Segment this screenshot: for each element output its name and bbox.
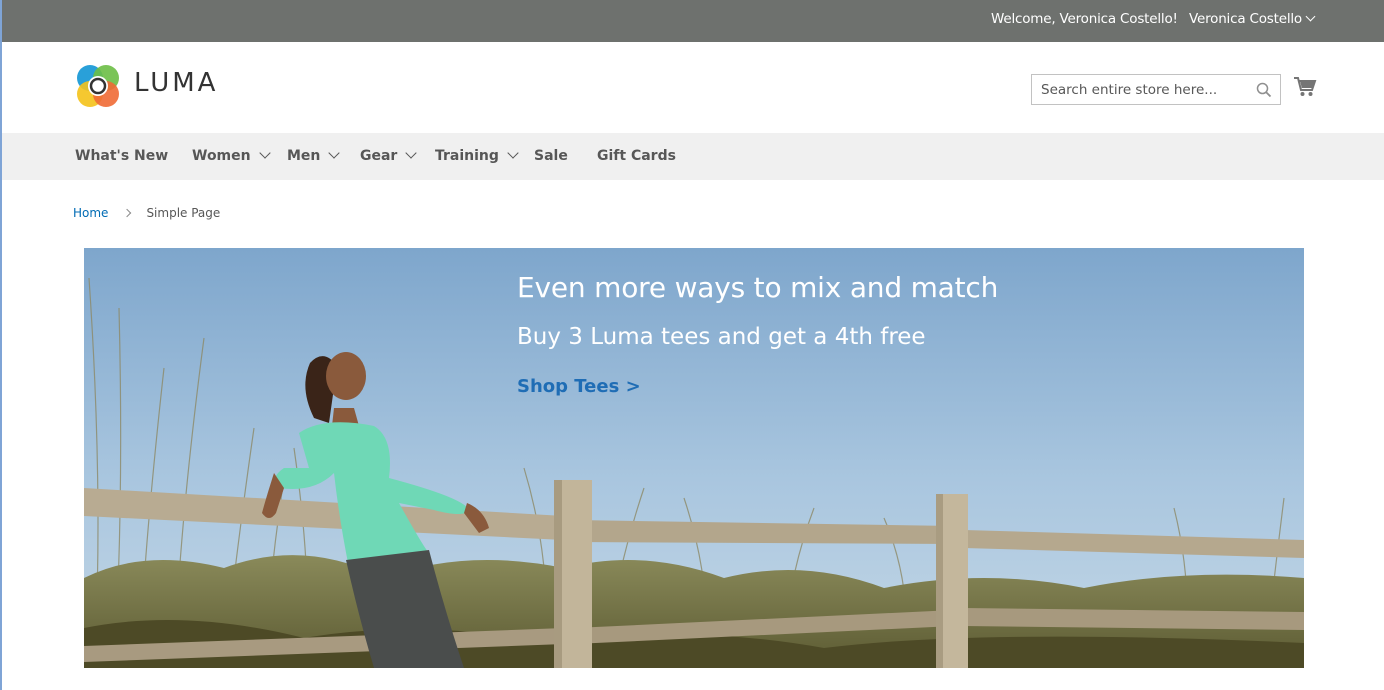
hero-headline: Even more ways to mix and match [517,271,999,304]
nav-label: Women [192,148,251,164]
nav-label: What's New [75,148,169,164]
chevron-down-icon [1305,11,1316,22]
nav-label: Training [435,148,499,164]
breadcrumb-home-link[interactable]: Home [73,206,108,220]
window-edge [0,180,2,690]
chevron-down-icon [507,147,519,159]
nav-item-men[interactable]: Men [287,147,341,164]
nav-item-whats-new[interactable]: What's New [75,148,168,164]
hero-banner[interactable]: Even more ways to mix and match Buy 3 Lu… [84,248,1304,668]
nav-label: Men [287,148,321,164]
search-box [1031,74,1281,105]
chevron-down-icon [328,147,341,159]
search-icon[interactable] [1256,82,1272,102]
logo[interactable]: LUMA [75,63,225,111]
top-panel: Welcome, Veronica Costello! Veronica Cos… [0,0,1384,42]
main-navigation: What's New Women Men Gear Training Sale … [0,133,1384,180]
chevron-down-icon [258,147,271,159]
hero-subheadline: Buy 3 Luma tees and get a 4th free [517,324,926,350]
welcome-message: Welcome, Veronica Costello! [991,11,1178,27]
nav-item-sale[interactable]: Sale [534,148,568,164]
nav-item-training[interactable]: Training [435,147,519,164]
luma-logo-icon [77,65,119,107]
logo-text: LUMA [134,68,219,98]
nav-item-gear[interactable]: Gear [360,147,418,164]
nav-item-women[interactable]: Women [192,147,271,164]
breadcrumb: Home Simple Page [73,206,220,220]
nav-item-gift-cards[interactable]: Gift Cards [597,148,676,164]
cart-icon[interactable] [1293,76,1317,102]
nav-label: Gear [360,148,398,164]
shop-tees-link[interactable]: Shop Tees > [517,376,641,397]
breadcrumb-current: Simple Page [146,206,221,220]
page-header: LUMA [0,42,1384,133]
nav-label: Sale [534,148,568,164]
nav-label: Gift Cards [597,148,676,164]
search-input[interactable] [1032,75,1247,104]
account-menu-toggle[interactable]: Veronica Costello [1189,11,1316,27]
account-name: Veronica Costello [1189,11,1302,27]
hero-image [84,248,1304,668]
chevron-down-icon [405,147,418,159]
chevron-right-icon [123,208,132,218]
